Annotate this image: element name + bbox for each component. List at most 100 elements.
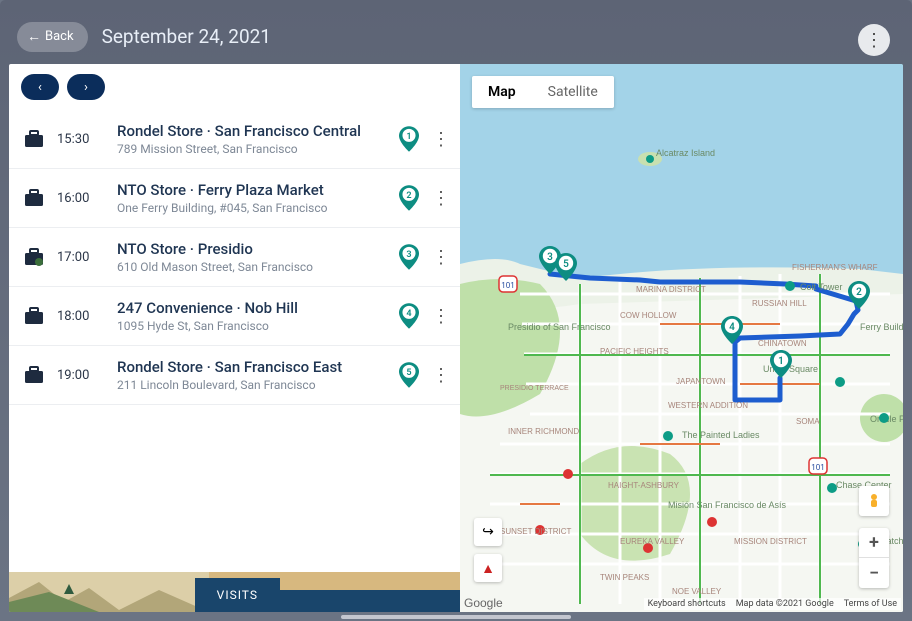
google-logo: Google: [464, 596, 503, 610]
svg-text:1: 1: [778, 356, 784, 367]
svg-text:WESTERN ADDITION: WESTERN ADDITION: [668, 401, 748, 410]
directions-button[interactable]: ↪: [474, 518, 502, 546]
svg-text:3: 3: [547, 252, 553, 263]
svg-text:INNER RICHMOND: INNER RICHMOND: [508, 427, 579, 436]
zoom-out-button[interactable]: −: [859, 558, 889, 588]
terms-link[interactable]: Terms of Use: [844, 599, 897, 609]
kb-shortcuts-link[interactable]: Keyboard shortcuts: [648, 599, 726, 609]
visits-tab[interactable]: VISITS: [195, 578, 280, 612]
route-icon: ↪: [482, 524, 494, 540]
svg-text:1: 1: [406, 132, 411, 142]
back-label: Back: [45, 29, 74, 44]
map-type-toggle[interactable]: Map Satellite: [472, 76, 614, 108]
visit-menu-button[interactable]: ⋮: [430, 247, 452, 268]
visit-address: 211 Lincoln Boulevard, San Francisco: [117, 378, 388, 392]
visit-pin-icon: 4: [394, 303, 424, 329]
briefcase-icon: [17, 189, 51, 207]
visit-row[interactable]: 17:00 NTO Store · Presidio 610 Old Mason…: [9, 228, 460, 287]
svg-text:COW HOLLOW: COW HOLLOW: [620, 311, 677, 320]
visit-menu-button[interactable]: ⋮: [430, 188, 452, 209]
visit-menu-button[interactable]: ⋮: [430, 365, 452, 386]
visit-title: 247 Convenience · Nob Hill: [117, 299, 388, 317]
map-panel[interactable]: 101 101 Alcatraz Island FISHERMAN'S WHAR…: [460, 64, 903, 612]
svg-text:MARINA DISTRICT: MARINA DISTRICT: [636, 285, 706, 294]
app-menu-button[interactable]: ⋮: [858, 24, 890, 56]
map-marker-4[interactable]: 4: [721, 316, 743, 344]
visit-text: 247 Convenience · Nob Hill 1095 Hyde St,…: [117, 299, 388, 333]
svg-text:NOE VALLEY: NOE VALLEY: [672, 587, 722, 596]
svg-text:JAPANTOWN: JAPANTOWN: [676, 377, 726, 386]
visit-time: 15:30: [57, 132, 111, 147]
footer-illustration: [9, 572, 209, 612]
map-type-map[interactable]: Map: [472, 76, 532, 108]
svg-text:Ferry Building: Ferry Building: [860, 322, 903, 332]
visits-panel: ‹ › 15:30 Rondel Store · San Francisco C…: [9, 64, 460, 612]
briefcase-icon: [17, 248, 51, 266]
svg-text:FISHERMAN'S WHARF: FISHERMAN'S WHARF: [792, 263, 878, 272]
page-title: September 24, 2021: [102, 25, 271, 48]
visit-menu-button[interactable]: ⋮: [430, 306, 452, 327]
svg-text:2: 2: [856, 287, 862, 298]
svg-text:Alcatraz Island: Alcatraz Island: [656, 148, 715, 158]
visit-title: Rondel Store · San Francisco Central: [117, 122, 388, 140]
panel-footer: VISITS: [9, 572, 460, 612]
visit-pin-icon: 5: [394, 362, 424, 388]
visit-time: 17:00: [57, 250, 111, 265]
visit-address: 789 Mission Street, San Francisco: [117, 142, 388, 156]
svg-text:Misión San Francisco de Asís: Misión San Francisco de Asís: [668, 500, 787, 510]
visit-menu-button[interactable]: ⋮: [430, 129, 452, 150]
visit-pin-icon: 2: [394, 185, 424, 211]
map-type-satellite[interactable]: Satellite: [532, 76, 614, 108]
streetview-button[interactable]: [859, 486, 889, 516]
visit-text: Rondel Store · San Francisco East 211 Li…: [117, 358, 388, 392]
svg-text:EUREKA VALLEY: EUREKA VALLEY: [620, 537, 685, 546]
svg-text:101: 101: [501, 281, 515, 290]
visit-text: NTO Store · Ferry Plaza Market One Ferry…: [117, 181, 388, 215]
svg-text:5: 5: [563, 259, 569, 270]
visit-text: Rondel Store · San Francisco Central 789…: [117, 122, 388, 156]
svg-text:RUSSIAN HILL: RUSSIAN HILL: [752, 299, 807, 308]
svg-text:The Painted Ladies: The Painted Ladies: [682, 430, 760, 440]
map-marker-1[interactable]: 1: [770, 350, 792, 378]
chevron-right-icon: ›: [84, 80, 88, 95]
traffic-icon: ▲: [481, 560, 495, 577]
visit-address: 610 Old Mason Street, San Francisco: [117, 260, 388, 274]
svg-text:2: 2: [406, 191, 411, 201]
svg-text:Coit Tower: Coit Tower: [800, 282, 842, 292]
briefcase-icon: [17, 307, 51, 325]
next-day-button[interactable]: ›: [67, 74, 105, 100]
visit-time: 18:00: [57, 309, 111, 324]
visit-row[interactable]: 19:00 Rondel Store · San Francisco East …: [9, 346, 460, 405]
svg-text:MISSION DISTRICT: MISSION DISTRICT: [734, 537, 807, 546]
visit-pin-icon: 3: [394, 244, 424, 270]
svg-text:SOMA: SOMA: [796, 417, 820, 426]
back-button[interactable]: ← Back: [17, 22, 88, 52]
map-data-label: Map data ©2021 Google: [736, 599, 834, 609]
map-marker-2[interactable]: 2: [848, 281, 870, 309]
visit-row[interactable]: 15:30 Rondel Store · San Francisco Centr…: [9, 110, 460, 169]
visit-title: NTO Store · Ferry Plaza Market: [117, 181, 388, 199]
prev-day-button[interactable]: ‹: [21, 74, 59, 100]
visit-time: 19:00: [57, 368, 111, 383]
svg-text:SUNSET DISTRICT: SUNSET DISTRICT: [500, 527, 572, 536]
svg-text:PRESIDIO TERRACE: PRESIDIO TERRACE: [500, 385, 569, 392]
visit-row[interactable]: 18:00 247 Convenience · Nob Hill 1095 Hy…: [9, 287, 460, 346]
map-marker-5[interactable]: 5: [555, 253, 577, 281]
chevron-left-icon: ‹: [38, 80, 42, 95]
svg-text:CHINATOWN: CHINATOWN: [758, 339, 807, 348]
visit-row[interactable]: 16:00 NTO Store · Ferry Plaza Market One…: [9, 169, 460, 228]
map-attribution: Keyboard shortcuts Map data ©2021 Google…: [644, 598, 901, 610]
map-canvas[interactable]: 101 101 Alcatraz Island FISHERMAN'S WHAR…: [460, 64, 903, 612]
svg-text:4: 4: [406, 309, 411, 319]
svg-text:HAIGHT-ASHBURY: HAIGHT-ASHBURY: [608, 481, 680, 490]
zoom-in-button[interactable]: +: [859, 528, 889, 558]
zoom-control: + −: [859, 528, 889, 588]
traffic-button[interactable]: ▲: [474, 554, 502, 582]
visit-title: NTO Store · Presidio: [117, 240, 388, 258]
visit-title: Rondel Store · San Francisco East: [117, 358, 388, 376]
svg-text:PACIFIC HEIGHTS: PACIFIC HEIGHTS: [600, 347, 669, 356]
briefcase-icon: [17, 366, 51, 384]
pegman-icon: [865, 492, 883, 510]
briefcase-icon: [17, 130, 51, 148]
svg-text:4: 4: [729, 322, 735, 333]
